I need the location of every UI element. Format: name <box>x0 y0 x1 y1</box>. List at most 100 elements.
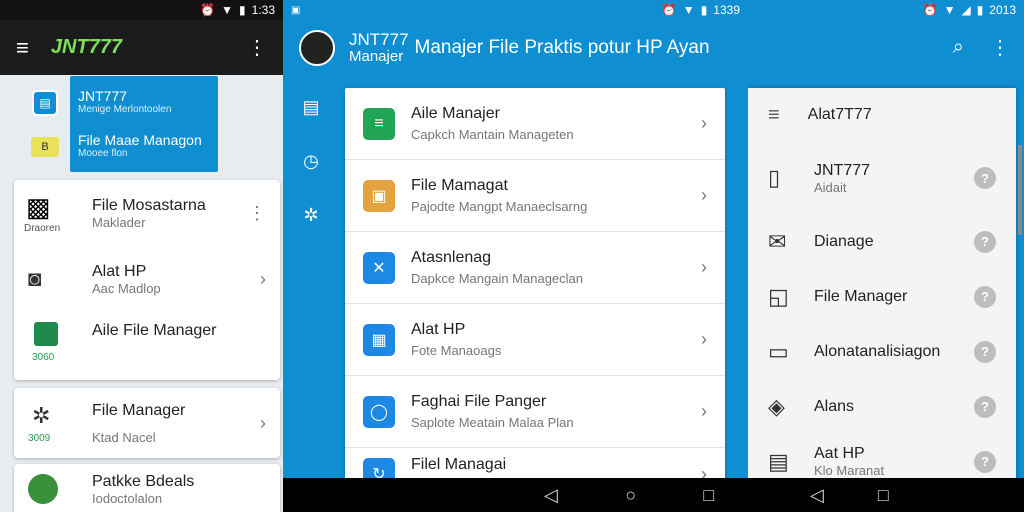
notification-icon: ▣ <box>291 4 301 16</box>
app-title: JNT777 <box>349 29 409 49</box>
list-item[interactable]: ✲ 3009 File Manager Ktad Nacel › <box>14 388 280 458</box>
battery-icon: ▮ <box>239 3 246 17</box>
chevron-right-icon[interactable]: › <box>701 185 707 206</box>
search-icon[interactable]: ⌕ <box>953 36 964 59</box>
drawer-item[interactable]: ✉ Dianage? <box>748 214 1016 269</box>
drawer-item[interactable]: ◈ Alans? <box>748 379 1016 434</box>
chevron-right-icon[interactable]: › <box>260 413 266 434</box>
help-badge[interactable]: ? <box>974 450 996 473</box>
recents-icon[interactable]: □ <box>878 485 889 506</box>
overflow-icon[interactable]: ⋮ <box>248 203 266 224</box>
signal-icon: ◢ <box>961 3 971 17</box>
back-icon[interactable]: ◁ <box>810 485 824 506</box>
chevron-right-icon[interactable]: › <box>701 257 707 278</box>
status-bar: ⏰ ▼ ▮ 1:33 <box>0 0 283 20</box>
alarm-icon: ⏰ <box>661 3 677 17</box>
resize-icon: ◱ <box>768 283 789 309</box>
list-item[interactable]: ◙ Alat HP Aac Madlop › <box>14 246 280 312</box>
app-subtitle: Manajer <box>349 47 404 65</box>
help-badge[interactable]: ? <box>974 395 996 418</box>
middle-tablet-screen: ▣ ⏰ ▼ ▮ 1339 JNT777 Manajer Manajer File… <box>283 0 748 512</box>
battery-icon: ▮ <box>976 3 984 17</box>
list-icon: ≡ <box>363 107 395 140</box>
list-item[interactable]: Patkke Bdeals Iodoctolalon <box>14 464 280 512</box>
camera-icon: ◙ <box>28 266 42 291</box>
page-title: Manajer File Praktis potur HP Ayan <box>414 36 710 58</box>
clock: 1:33 <box>251 3 275 17</box>
chevron-right-icon[interactable]: › <box>701 113 707 134</box>
alarm-icon: ⏰ <box>200 3 216 17</box>
overflow-icon[interactable]: ⋮ <box>990 35 1010 60</box>
gear-icon[interactable]: ✲ <box>283 188 339 242</box>
calendar-icon: ▦ <box>363 323 395 356</box>
app-bar: JNT777 Manajer Manajer File Praktis potu… <box>283 20 748 75</box>
recents-icon[interactable]: □ <box>703 485 714 506</box>
list-item[interactable]: ≡ Aile Manajer Capkch Mantain Manageten › <box>345 88 725 160</box>
chat-icon: ◯ <box>363 395 395 428</box>
tag-icon: ◈ <box>768 393 785 419</box>
clock: 2013 <box>989 3 1016 17</box>
popup-item[interactable]: JNT777 Menige Merlontoolen <box>70 76 218 124</box>
alarm-icon: ⏰ <box>922 3 938 17</box>
popup-item[interactable]: File Maae Managon Mooee flon <box>70 124 218 172</box>
drawer-title: Alat7T77 <box>807 106 872 123</box>
chevron-right-icon[interactable]: › <box>701 329 707 350</box>
avatar[interactable] <box>299 29 335 66</box>
list-item[interactable]: ▩ Draoren File Mosastarna Maklader ⋮ <box>14 180 280 246</box>
cube-icon: ▩ <box>26 192 51 222</box>
left-phone-screen: ⏰ ▼ ▮ 1:33 ≡ JNT777 ⋮ JNT777 Menige Merl… <box>0 0 283 512</box>
avatar <box>28 474 58 504</box>
chevron-right-icon[interactable]: › <box>701 401 707 422</box>
gear-icon: ✲ <box>32 402 51 428</box>
folder-icon <box>34 322 58 346</box>
back-icon[interactable]: ◁ <box>544 485 558 506</box>
popup-menu: JNT777 Menige Merlontoolen File Maae Man… <box>70 76 218 172</box>
drawer-item[interactable]: ▯ JNT777 Aidait? <box>748 142 1016 214</box>
help-badge[interactable]: ? <box>974 340 996 363</box>
menu-icon[interactable]: ≡ <box>16 35 29 61</box>
mail-icon: ✉ <box>768 228 787 254</box>
document-icon[interactable]: ▤ <box>283 80 339 134</box>
window-icon: ▣ <box>363 179 395 212</box>
list-item[interactable]: 3060 Aile File Manager <box>14 312 280 378</box>
left-card-2: ✲ 3009 File Manager Ktad Nacel › <box>14 388 280 458</box>
menu-icon[interactable]: ≡ <box>768 104 780 127</box>
battery-icon: ▮ <box>700 3 708 17</box>
wifi-icon: ▼ <box>943 3 956 17</box>
home-icon[interactable]: ○ <box>625 485 636 506</box>
drawer-item[interactable]: ◱ File Manager? <box>748 269 1016 324</box>
nav-bar: ◁ ○ □ <box>283 478 748 512</box>
right-phone-screen: ⏰ ▼ ◢ ▮ 2013 ⌕ ⋮ ≡ Alat7T77 ▯ JNT777 Aidai… <box>748 0 1024 512</box>
phone-icon: ▯ <box>768 165 781 190</box>
chevron-right-icon[interactable]: › <box>260 269 266 290</box>
help-badge[interactable]: ? <box>974 285 996 308</box>
list-item[interactable]: ▣ File Mamagat Pajodte Mangpt Manaeclsarng… <box>345 160 725 232</box>
scroll-indicator[interactable] <box>1018 145 1022 235</box>
drawer-item[interactable]: ▭ Alonatanalisiagon? <box>748 324 1016 379</box>
badge-icon: B <box>31 137 59 157</box>
list-item[interactable]: ◯ Faghai File Panger Saplote Meatain Malaa… <box>345 376 725 448</box>
help-badge[interactable]: ? <box>974 167 996 189</box>
book-icon: ▤ <box>768 448 789 474</box>
window-icon: ▭ <box>768 338 789 364</box>
left-card-1: ▩ Draoren File Mosastarna Maklader ⋮ ◙ A… <box>14 180 280 380</box>
app-title: JNT777 <box>50 36 122 58</box>
overflow-icon[interactable]: ⋮ <box>247 35 267 60</box>
list-item[interactable]: ▦ Alat HP Fote Manaoags › <box>345 304 725 376</box>
drawer: ≡ Alat7T77 ▯ JNT777 Aidait? ✉ Dianage? ◱ File … <box>748 88 1016 488</box>
wifi-icon: ▼ <box>221 3 234 17</box>
list-item[interactable]: ✕ Atasnlenag Dapkce Mangain Manageclan › <box>345 232 725 304</box>
clock: 1339 <box>713 3 740 17</box>
left-card-3: Patkke Bdeals Iodoctolalon <box>14 464 280 512</box>
file-list: ≡ Aile Manajer Capkch Mantain Manageten › ▣ F… <box>345 88 725 493</box>
status-bar: ▣ ⏰ ▼ ▮ 1339 <box>283 0 748 20</box>
nav-bar: ◁ □ <box>748 478 1024 512</box>
wifi-icon: ▼ <box>682 3 695 17</box>
app-bar: ⌕ ⋮ <box>748 20 1024 75</box>
document-icon: ▤ <box>32 90 58 116</box>
drawer-header: ≡ Alat7T77 <box>748 88 1016 142</box>
nav-rail: ▤ ◷ ✲ <box>283 80 339 480</box>
help-badge[interactable]: ? <box>974 230 996 253</box>
history-icon[interactable]: ◷ <box>283 134 339 188</box>
tools-icon: ✕ <box>363 251 395 284</box>
